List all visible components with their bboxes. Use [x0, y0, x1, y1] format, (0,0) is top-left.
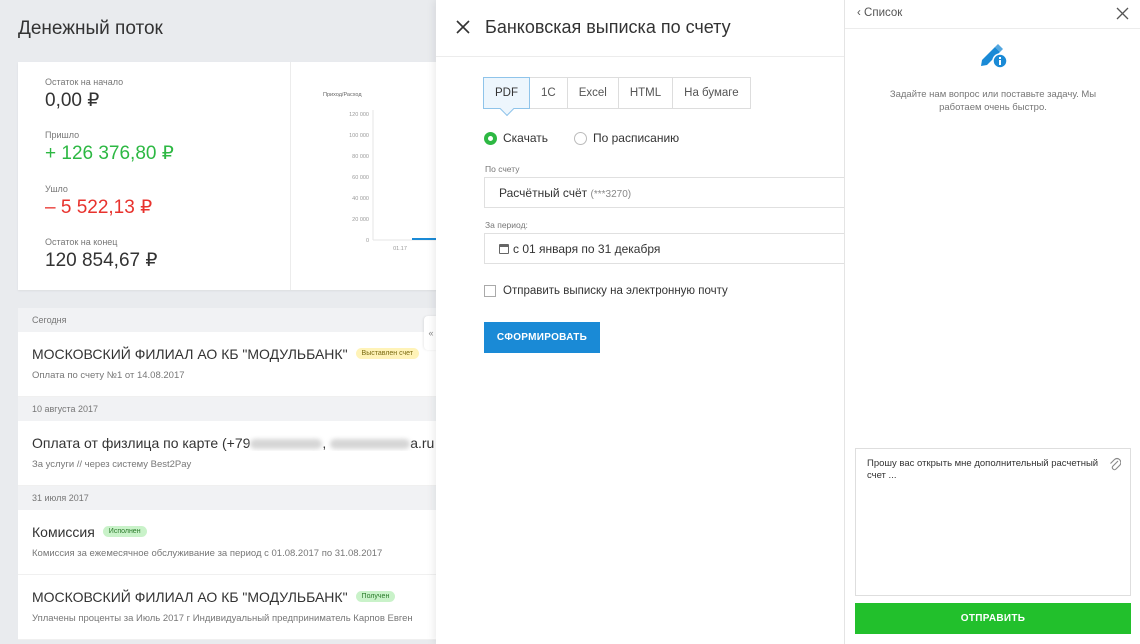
bank-statement-panel: Банковская выписка по счету PDF 1С Excel… [436, 0, 856, 644]
radio-schedule[interactable] [574, 131, 587, 145]
y-tick-label: 120 000 [349, 112, 369, 118]
feed-date-header: 31 июля 2017 [18, 486, 448, 510]
transaction-title: МОСКОВСКИЙ ФИЛИАЛ АО КБ "МОДУЛЬБАНК" [32, 589, 348, 605]
radio-download-label[interactable]: Скачать [503, 131, 548, 145]
expense-value: – 5 522,13 ₽ [45, 197, 153, 218]
close-icon[interactable] [454, 18, 472, 36]
chevron-left-icon: ‹ [857, 7, 861, 19]
back-to-list-label: Список [864, 7, 903, 19]
transaction-description: За услуги // через систему Best2Pay [32, 459, 192, 470]
format-tab-1c[interactable]: 1С [529, 77, 568, 109]
y-tick-label: 60 000 [352, 175, 369, 181]
transaction-description: Уплачены проценты за Июль 2017 г Индивид… [32, 613, 413, 624]
send-message-button[interactable]: ОТПРАВИТЬ [855, 603, 1131, 634]
email-checkbox[interactable] [484, 285, 496, 297]
chart-title: Приход/Расход [323, 92, 362, 98]
period-picker[interactable]: с 01 января по 31 декабря [484, 233, 856, 264]
delivery-mode-radios: Скачать По расписанию [484, 131, 705, 145]
status-badge: Исполнен [102, 525, 147, 537]
y-tick-label: 100 000 [349, 133, 369, 139]
start-balance: Остаток на начало 0,00 ₽ [45, 77, 123, 112]
paperclip-icon[interactable] [1109, 457, 1121, 471]
chat-header: ‹ Список [845, 0, 1140, 29]
expense-label: Ушло [45, 184, 68, 194]
transaction-title-separator: , [322, 435, 331, 451]
status-badge: Выставлен счет [355, 347, 420, 359]
cashflow-page: Денежный поток Остаток на начало 0,00 ₽ … [0, 0, 448, 644]
transaction-title: МОСКОВСКИЙ ФИЛИАЛ АО КБ "МОДУЛЬБАНК" [32, 346, 348, 362]
account-select[interactable]: Расчётный счёт (***3270) [484, 177, 856, 208]
page-title: Денежный поток [18, 18, 163, 39]
transaction-description: Комиссия за ежемесячное обслуживание за … [32, 548, 383, 559]
y-tick-label: 40 000 [352, 196, 369, 202]
panel-title: Банковская выписка по счету [485, 17, 731, 37]
start-balance-value: 0,00 ₽ [45, 90, 100, 111]
period-value: с 01 января по 31 декабря [513, 242, 661, 256]
transaction-row[interactable]: МОСКОВСКИЙ ФИЛИАЛ АО КБ "МОДУЛЬБАНК" Выст… [18, 332, 448, 397]
generate-statement-button[interactable]: СФОРМИРОВАТЬ [484, 322, 600, 353]
transaction-title-start: Оплата от физлица по карте (+79 [32, 435, 251, 451]
email-checkbox-label[interactable]: Отправить выписку на электронную почту [503, 285, 728, 297]
period-field-label: За период: [485, 220, 528, 230]
format-tab-html[interactable]: HTML [617, 77, 674, 109]
transaction-description: Оплата по счету №1 от 14.08.2017 [32, 370, 185, 381]
y-tick-label: 80 000 [352, 154, 369, 160]
transaction-row[interactable]: Оплата от физлица по карте (+79, a.ru) З… [18, 421, 448, 486]
radio-download[interactable] [484, 131, 497, 145]
redacted-phone [250, 439, 323, 450]
calendar-icon [499, 244, 509, 254]
message-input[interactable]: Прошу вас открыть мне дополнительный рас… [855, 448, 1131, 596]
income: Пришло + 126 376,80 ₽ [45, 130, 174, 165]
end-balance-value: 120 854,67 ₽ [45, 250, 158, 271]
feed-date-header: Сегодня [18, 308, 448, 332]
email-option[interactable]: Отправить выписку на электронную почту [484, 285, 728, 297]
close-icon[interactable] [1116, 7, 1129, 20]
transaction-title: Комиссия [32, 524, 95, 540]
account-number: (***3270) [590, 189, 632, 200]
status-badge: Получен [355, 590, 396, 602]
cashflow-chart-svg: Приход/Расход 120 000 100 000 80 000 60 000 4… [323, 92, 448, 252]
y-tick-label: 20 000 [352, 217, 369, 223]
format-tab-paper[interactable]: На бумаге [672, 77, 751, 109]
y-tick-label: 0 [366, 238, 369, 244]
transaction-feed: Сегодня МОСКОВСКИЙ ФИЛИАЛ АО КБ "МОДУЛЬБ… [18, 308, 448, 644]
account-select-value: Расчётный счёт [499, 186, 588, 200]
transaction-title-end: a.ru) [410, 435, 434, 451]
chat-intro-text: Задайте нам вопрос или поставьте задачу.… [889, 89, 1097, 113]
radio-schedule-label[interactable]: По расписанию [593, 131, 679, 145]
income-label: Пришло [45, 130, 80, 140]
format-tab-excel[interactable]: Excel [566, 77, 619, 109]
start-balance-label: Остаток на начало [45, 77, 124, 87]
feed-date-header: 10 августа 2017 [18, 397, 448, 421]
transaction-row[interactable]: МОСКОВСКИЙ ФИЛИАЛ АО КБ "МОДУЛЬБАНК" Полу… [18, 575, 448, 640]
expense: Ушло – 5 522,13 ₽ [45, 184, 152, 219]
balance-summary-card: Остаток на начало 0,00 ₽ Пришло + 126 37… [18, 62, 448, 290]
end-balance-label: Остаток на конец [45, 237, 118, 247]
format-tabs: PDF 1С Excel HTML На бумаге [483, 77, 751, 109]
format-tab-pdf[interactable]: PDF [483, 77, 530, 109]
panel-header: Банковская выписка по счету [436, 0, 844, 57]
support-chat-panel: ‹ Список Задайте нам вопрос или поставьт… [844, 0, 1140, 644]
x-tick-label: 01.17 [393, 246, 407, 252]
pen-info-icon [981, 44, 1008, 69]
redacted-email [330, 439, 411, 450]
cashflow-chart: Приход/Расход 120 000 100 000 80 000 60 000 4… [291, 62, 448, 290]
end-balance: Остаток на конец 120 854,67 ₽ [45, 237, 157, 272]
balance-summary: Остаток на начало 0,00 ₽ Пришло + 126 37… [18, 62, 291, 290]
transaction-row[interactable]: Комиссия Исполнен Комиссия за ежемесячное… [18, 510, 448, 575]
income-value: + 126 376,80 ₽ [45, 143, 174, 164]
back-to-list-link[interactable]: ‹ Список [857, 7, 902, 19]
account-field-label: По счету [485, 164, 520, 174]
